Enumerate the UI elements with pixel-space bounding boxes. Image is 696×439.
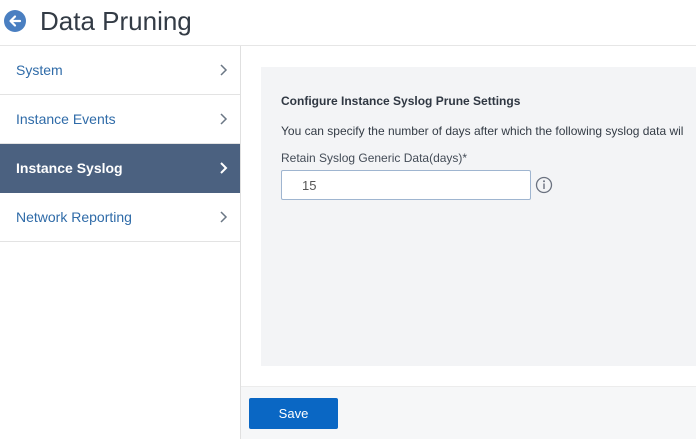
sidebar-item-instance-syslog[interactable]: Instance Syslog — [0, 144, 240, 193]
sidebar: System Instance Events Instance Syslog N… — [0, 46, 241, 439]
back-arrow-icon — [9, 15, 22, 27]
chevron-right-icon — [220, 64, 228, 76]
sidebar-item-label: Instance Events — [16, 111, 116, 127]
sidebar-item-label: System — [16, 62, 63, 78]
page-title: Data Pruning — [40, 6, 192, 36]
chevron-right-icon — [220, 113, 228, 125]
section-title: Configure Instance Syslog Prune Settings — [281, 94, 521, 108]
sidebar-item-instance-events[interactable]: Instance Events — [0, 95, 240, 144]
chevron-right-icon — [220, 162, 228, 174]
chevron-right-icon — [220, 211, 228, 223]
section-description: You can specify the number of days after… — [281, 124, 684, 138]
data-pruning-page: Data Pruning System Instance Events Inst… — [0, 0, 696, 439]
save-button[interactable]: Save — [249, 398, 338, 429]
back-button[interactable] — [4, 10, 26, 32]
form-footer: Save — [241, 386, 696, 439]
settings-panel: Configure Instance Syslog Prune Settings… — [261, 67, 696, 366]
sidebar-item-network-reporting[interactable]: Network Reporting — [0, 193, 240, 242]
sidebar-item-system[interactable]: System — [0, 46, 240, 95]
sidebar-item-label: Network Reporting — [16, 209, 132, 225]
page-header: Data Pruning — [0, 0, 696, 46]
retain-days-label: Retain Syslog Generic Data(days)* — [281, 151, 468, 165]
retain-days-input[interactable] — [281, 170, 531, 200]
info-icon[interactable] — [535, 176, 553, 194]
main-content: Configure Instance Syslog Prune Settings… — [241, 46, 696, 386]
sidebar-item-label: Instance Syslog — [16, 160, 123, 176]
